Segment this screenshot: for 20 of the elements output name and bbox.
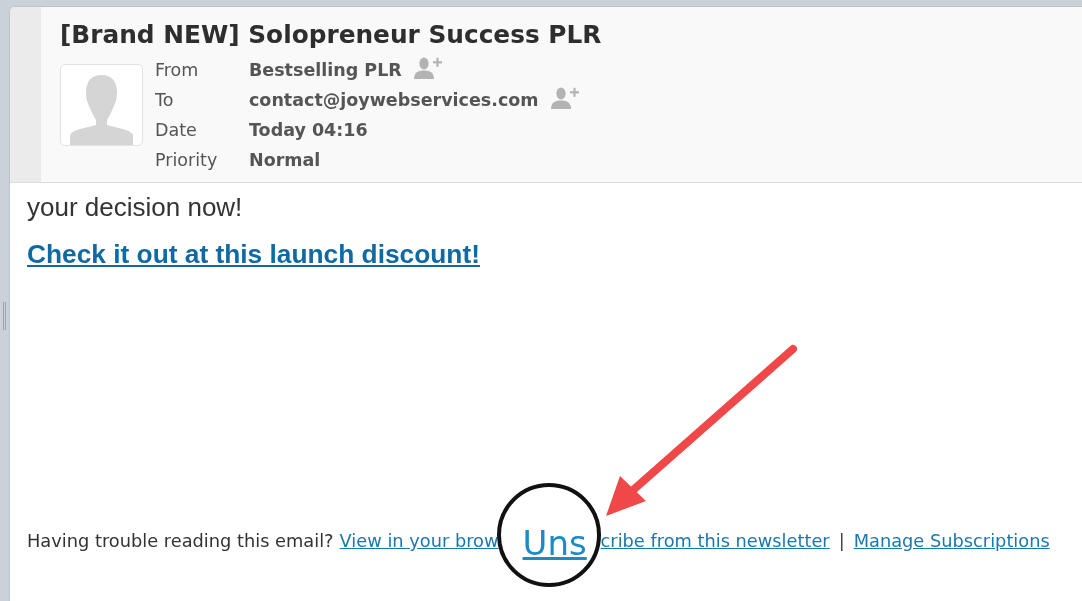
footer-text: Having trouble reading this email? bbox=[27, 531, 334, 551]
discount-link[interactable]: Check it out at this launch discount! bbox=[27, 239, 480, 269]
field-label: Priority bbox=[155, 149, 219, 172]
field-label: From bbox=[155, 59, 200, 82]
body-paragraph: your decision now! bbox=[27, 194, 243, 220]
field-value: contact@joywebservices.com bbox=[249, 89, 539, 112]
footer-link[interactable]: cribe from this newsletter bbox=[600, 531, 830, 551]
footer-link[interactable]: View in your brow bbox=[339, 531, 499, 551]
field-label: Date bbox=[155, 119, 198, 142]
magnified-link-text: Uns bbox=[522, 523, 587, 563]
field-value: Normal bbox=[249, 149, 321, 172]
footer-link[interactable]: Manage Subscriptions bbox=[853, 531, 1050, 551]
field-value: Today 04:16 bbox=[249, 119, 368, 142]
link-separator: | bbox=[838, 531, 845, 551]
field-value: Bestselling PLR bbox=[249, 59, 402, 82]
field-label: To bbox=[155, 89, 175, 112]
add-contact-icon[interactable] bbox=[550, 86, 579, 109]
resize-handle[interactable] bbox=[3, 301, 6, 330]
message-subject: [Brand NEW] Solopreneur Success PLR bbox=[60, 20, 602, 50]
add-contact-icon[interactable] bbox=[413, 56, 442, 79]
